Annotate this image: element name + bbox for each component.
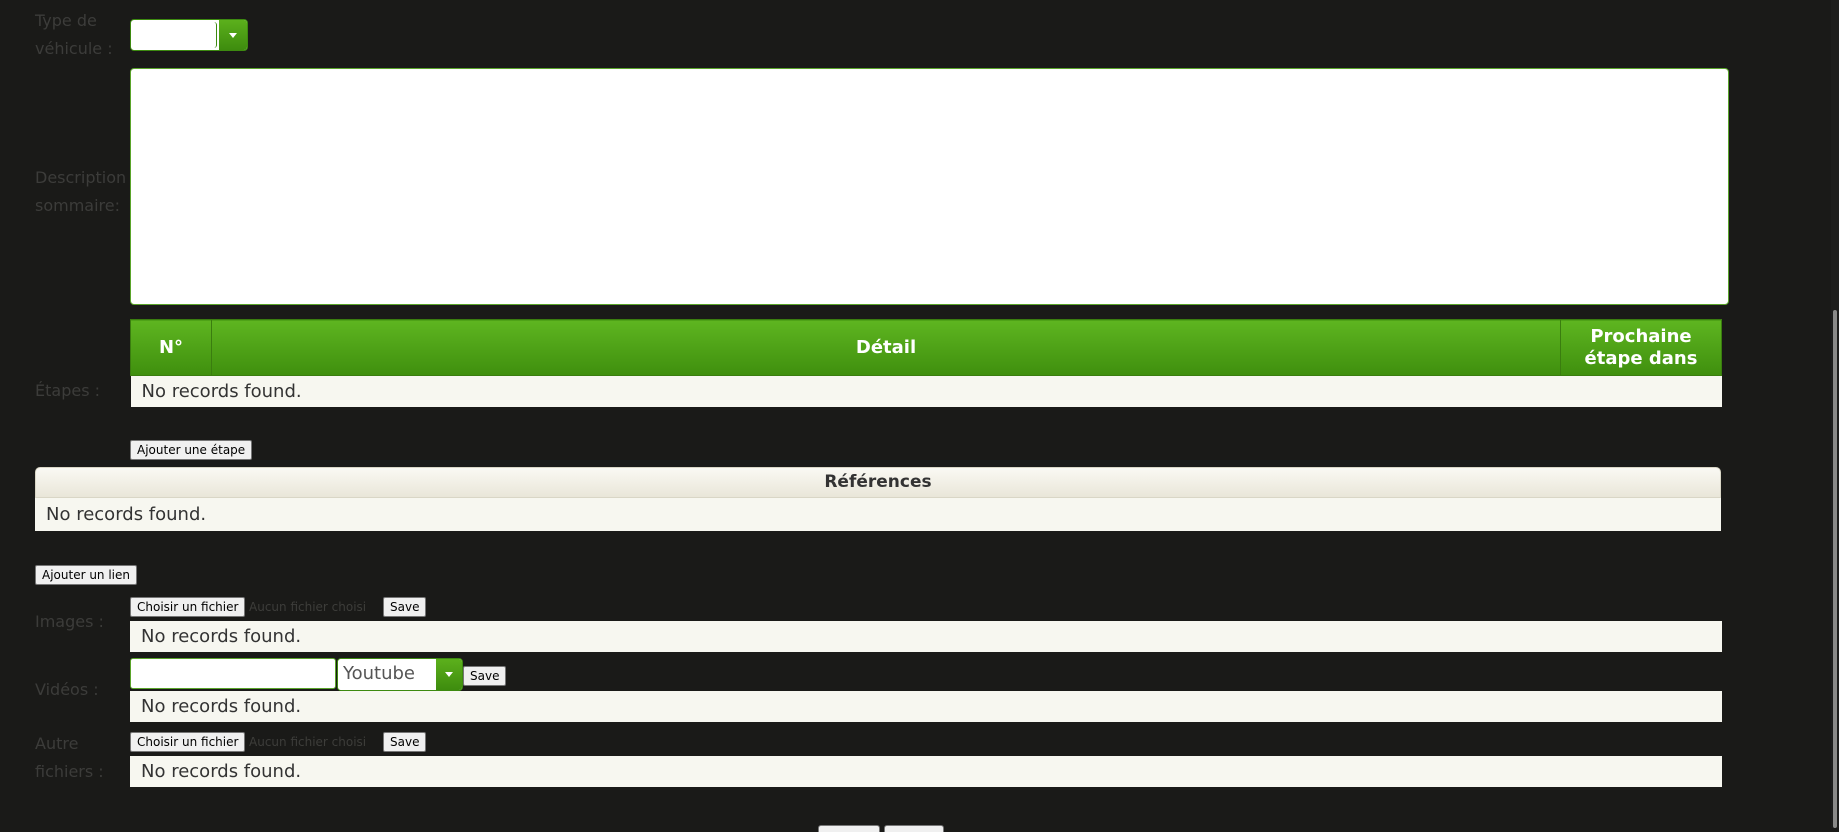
description-textarea[interactable] (130, 68, 1729, 305)
scrollbar-thumb[interactable] (1833, 310, 1837, 828)
add-link-button[interactable]: Ajouter un lien (35, 565, 138, 585)
other-files-no-file-text: Aucun fichier choisi (249, 735, 367, 749)
images-empty-message: No records found. (130, 621, 1722, 652)
chevron-down-icon (445, 672, 453, 677)
etapes-label: Étapes : (35, 381, 100, 400)
other-files-choose-file-button[interactable]: Choisir un fichier (130, 732, 246, 752)
images-choose-file-button[interactable]: Choisir un fichier (130, 597, 246, 617)
column-header-number[interactable]: N° (130, 319, 212, 376)
scrollbar-track[interactable] (1831, 0, 1839, 828)
description-label: Description sommaire: (35, 168, 127, 215)
video-source-dropdown[interactable]: Youtube (337, 658, 463, 691)
add-step-button[interactable]: Ajouter une étape (130, 440, 253, 460)
etapes-table: N° Détail Prochaine étape dans No record… (130, 319, 1722, 407)
bottom-button-partial[interactable] (818, 825, 880, 832)
other-files-label: Autre fichiers : (35, 734, 104, 781)
images-label: Images : (35, 612, 104, 631)
column-header-next-step[interactable]: Prochaine étape dans (1560, 319, 1722, 376)
references-header: Références (35, 467, 1721, 498)
video-url-input[interactable] (130, 658, 336, 689)
video-source-value: Youtube (338, 659, 436, 690)
vehicle-type-dropdown[interactable] (130, 19, 248, 51)
bottom-button-partial[interactable] (884, 825, 944, 832)
vehicle-type-label: Type de véhicule : (35, 11, 113, 58)
other-files-empty-message: No records found. (130, 756, 1722, 787)
videos-empty-message: No records found. (130, 691, 1722, 722)
videos-label: Vidéos : (35, 680, 99, 699)
other-files-save-button[interactable]: Save (383, 732, 427, 752)
video-source-dropdown-button[interactable] (436, 659, 462, 690)
videos-save-button[interactable]: Save (463, 666, 507, 686)
images-no-file-text: Aucun fichier choisi (249, 600, 367, 614)
column-header-detail[interactable]: Détail (211, 319, 1561, 376)
vehicle-type-value (133, 22, 217, 48)
etapes-empty-message: No records found. (130, 375, 1722, 407)
chevron-down-icon (229, 32, 237, 38)
references-empty-message: No records found. (35, 498, 1721, 531)
images-save-button[interactable]: Save (383, 597, 427, 617)
vehicle-type-dropdown-button[interactable] (219, 20, 247, 50)
